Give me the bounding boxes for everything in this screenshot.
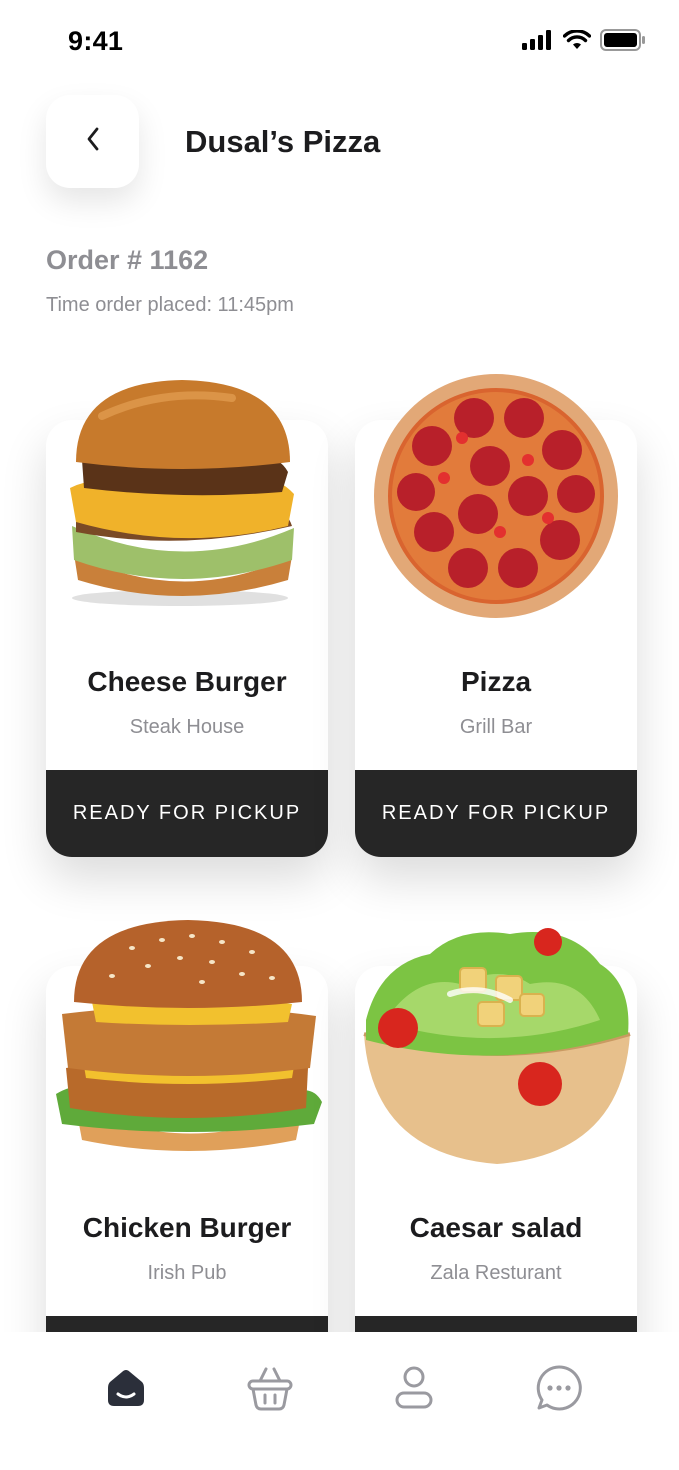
- home-icon: [106, 1368, 146, 1413]
- ready-for-pickup-button[interactable]: READY FOR PICKUP: [46, 770, 328, 857]
- order-number: Order # 1162: [46, 245, 209, 275]
- caesar-salad-image: [360, 924, 634, 1173]
- cheese-burger-image: [62, 376, 302, 613]
- chevron-left-icon: [84, 126, 102, 157]
- item-restaurant: Irish Pub: [147, 1262, 227, 1284]
- item-name: Pizza: [460, 666, 532, 697]
- item-restaurant: Grill Bar: [459, 716, 533, 738]
- item-name: Caesar salad: [409, 1212, 583, 1243]
- item-restaurant: Zala Resturant: [430, 1262, 562, 1284]
- chicken-burger-image: [52, 918, 324, 1163]
- order-time: Time order placed: 11:45pm: [46, 294, 294, 316]
- nav-chat[interactable]: [531, 1362, 587, 1418]
- wifi-icon: [562, 29, 592, 55]
- page-title: Dusal’s Pizza: [185, 124, 381, 159]
- back-button[interactable]: [46, 95, 139, 188]
- ready-for-pickup-button[interactable]: READY FOR PICKUP: [355, 770, 637, 857]
- basket-icon: [246, 1365, 294, 1416]
- chat-icon: [535, 1364, 583, 1417]
- item-name: Cheese Burger: [87, 666, 287, 697]
- status-icons: [522, 29, 646, 56]
- battery-icon: [600, 29, 646, 56]
- nav-basket[interactable]: [242, 1362, 298, 1418]
- item-restaurant: Steak House: [129, 716, 245, 738]
- status-bar: 9:41: [0, 0, 679, 84]
- pepperoni-pizza-image: [372, 372, 620, 625]
- item-name: Chicken Burger: [82, 1212, 292, 1243]
- nav-profile[interactable]: [386, 1362, 442, 1418]
- signal-icon: [522, 30, 554, 55]
- status-time: 9:41: [68, 26, 124, 56]
- bottom-nav: [0, 1332, 679, 1470]
- nav-home[interactable]: [98, 1362, 154, 1418]
- profile-icon: [394, 1365, 434, 1416]
